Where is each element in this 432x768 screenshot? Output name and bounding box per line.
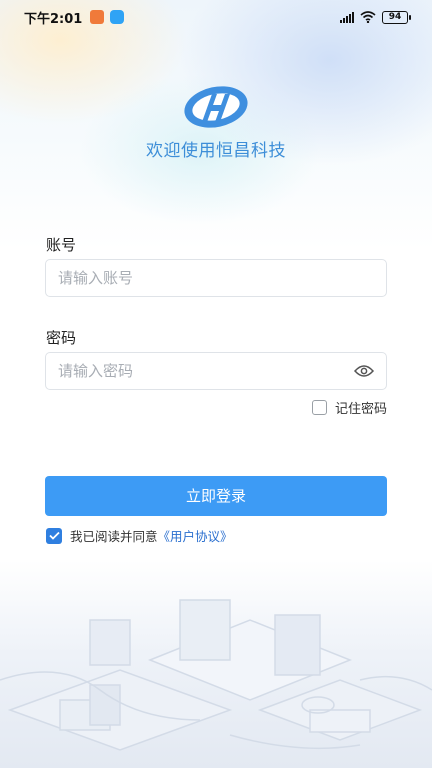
password-field[interactable] (45, 352, 387, 390)
user-agreement-link[interactable]: 《用户协议》 (158, 529, 233, 544)
account-label: 账号 (46, 236, 77, 254)
eye-icon[interactable] (354, 364, 374, 378)
agreement-row: 我已阅读并同意《用户协议》 (46, 526, 233, 545)
check-icon (48, 531, 60, 540)
agreement-text: 我已阅读并同意 (70, 529, 158, 544)
remember-checkbox[interactable] (311, 400, 327, 415)
battery-icon: 94 (382, 10, 411, 24)
status-time: 下午2:01 (24, 11, 83, 27)
remember-password[interactable]: 记住密码 (311, 398, 387, 417)
account-input[interactable] (58, 269, 374, 287)
taobao-app-icon (90, 10, 105, 24)
account-field[interactable] (45, 259, 387, 297)
login-button[interactable]: 立即登录 (45, 476, 387, 516)
wifi-icon (360, 11, 376, 23)
signal-icon (340, 11, 354, 23)
agreement-checkbox[interactable] (46, 527, 62, 544)
welcome-title: 欢迎使用恒昌科技 (146, 141, 286, 161)
password-input[interactable] (58, 362, 354, 380)
footer-illustration (0, 560, 432, 768)
password-label: 密码 (46, 329, 77, 347)
message-app-icon (110, 10, 125, 24)
status-bar: 下午2:01 94 (0, 0, 432, 34)
hengchang-logo-icon (182, 82, 250, 132)
remember-label: 记住密码 (334, 402, 387, 417)
status-right: 94 (340, 10, 411, 24)
